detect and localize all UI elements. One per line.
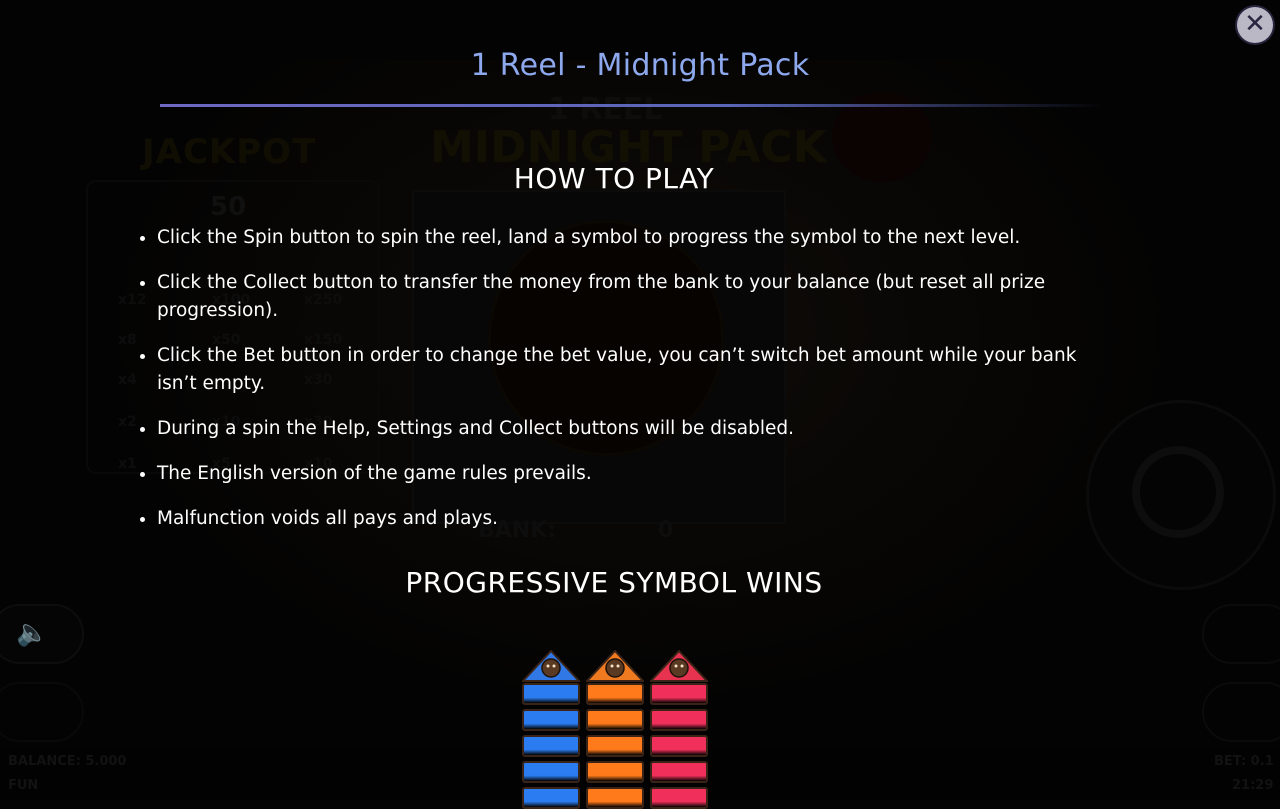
close-button[interactable]: ✕ [1237, 7, 1273, 43]
progress-level-block [650, 787, 708, 809]
progress-level-block [650, 735, 708, 757]
modal-title: 1 Reel - Midnight Pack [470, 48, 810, 83]
rule-item: During a spin the Help, Settings and Col… [157, 415, 1107, 443]
title-divider [160, 104, 1106, 107]
progress-column [586, 650, 644, 809]
progress-column [522, 650, 580, 809]
progress-level-block [522, 787, 580, 809]
progressive-symbol-chart [522, 650, 712, 809]
rule-item: Click the Spin button to spin the reel, … [157, 224, 1107, 252]
progress-level-block [650, 709, 708, 731]
rule-item: The English version of the game rules pr… [157, 460, 1107, 488]
bear-icon [650, 650, 708, 682]
progress-level-block [522, 709, 580, 731]
progress-level-block [586, 709, 644, 731]
progress-level-block [522, 735, 580, 757]
progress-level-block [586, 761, 644, 783]
progressive-wins-heading: PROGRESSIVE SYMBOL WINS [405, 566, 823, 599]
progress-level-block [586, 787, 644, 809]
rule-item: Malfunction voids all pays and plays. [157, 505, 1107, 533]
progress-level-block [522, 761, 580, 783]
how-to-play-heading: HOW TO PLAY [513, 162, 715, 195]
boar-icon [586, 650, 644, 682]
progress-level-block [650, 761, 708, 783]
rule-item: Click the Collect button to transfer the… [157, 269, 1107, 325]
progress-level-block [586, 683, 644, 705]
progress-level-block [522, 683, 580, 705]
progress-level-block [586, 735, 644, 757]
wolf-icon [522, 650, 580, 682]
rules-list: Click the Spin button to spin the reel, … [129, 224, 1107, 550]
progress-column [650, 650, 708, 809]
progress-level-block [650, 683, 708, 705]
rule-item: Click the Bet button in order to change … [157, 342, 1107, 398]
close-icon: ✕ [1244, 9, 1266, 39]
